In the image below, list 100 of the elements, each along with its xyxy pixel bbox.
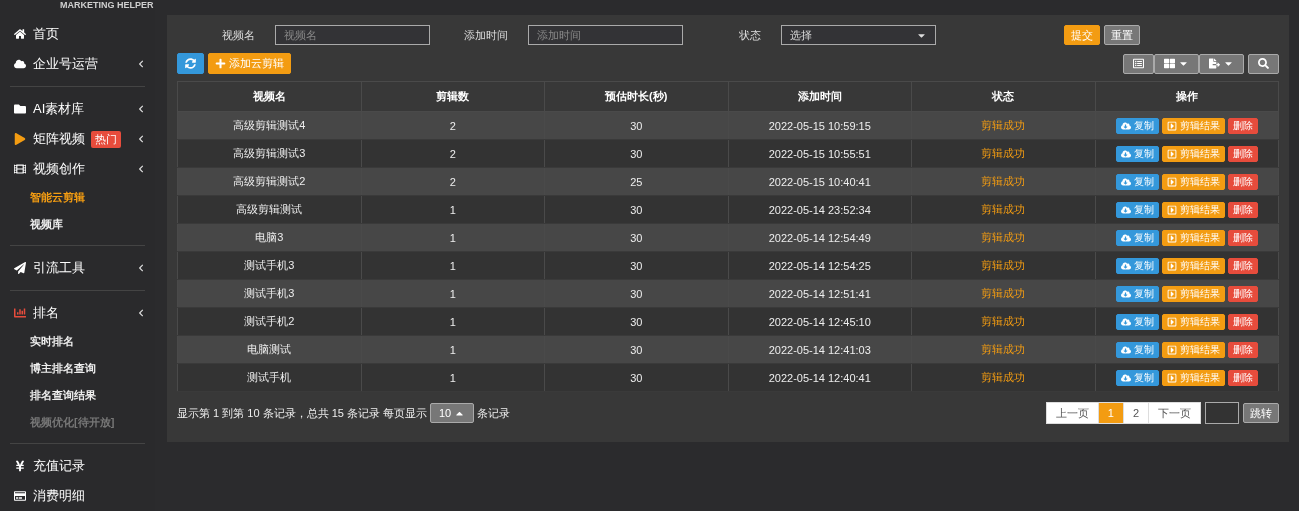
action-button[interactable]: 剪辑结果 — [1161, 173, 1225, 190]
action-button[interactable]: 删除 — [1227, 145, 1258, 162]
action-button[interactable]: 删除 — [1227, 369, 1258, 386]
action-button[interactable]: 剪辑结果 — [1161, 201, 1225, 218]
list-icon — [1133, 58, 1144, 69]
sidebar-item[interactable]: 矩阵视频 热门 — [10, 124, 145, 154]
reset-button[interactable]: 重置 — [1104, 25, 1140, 45]
column-header: 剪辑数 — [361, 81, 545, 112]
action-button[interactable]: 剪辑结果 — [1161, 369, 1225, 386]
submit-button[interactable]: 提交 — [1064, 25, 1100, 45]
action-button[interactable]: 删除 — [1227, 117, 1258, 134]
action-button[interactable]: 剪辑结果 — [1161, 285, 1225, 302]
action-button[interactable]: 剪辑结果 — [1161, 341, 1225, 358]
sidebar-subitem[interactable]: 排名查询结果 — [10, 382, 145, 409]
action-button[interactable]: 复制 — [1115, 201, 1159, 218]
sidebar-subitem[interactable]: 智能云剪辑 — [10, 184, 145, 211]
table-cell: 1 — [361, 307, 545, 336]
table-cell: 2022-05-15 10:59:15 — [728, 111, 912, 140]
play-icon — [13, 133, 27, 145]
action-button[interactable]: 剪辑结果 — [1161, 117, 1225, 134]
page-input[interactable] — [1205, 402, 1239, 424]
page-link[interactable]: 下一页 — [1148, 402, 1201, 424]
paper-plane-icon — [13, 262, 27, 274]
action-button[interactable]: 删除 — [1227, 229, 1258, 246]
action-button[interactable]: 复制 — [1115, 229, 1159, 246]
status-cell: 剪辑成功 — [911, 251, 1095, 280]
sidebar-item[interactable]: 充值记录 — [10, 451, 145, 481]
action-button[interactable]: 剪辑结果 — [1161, 145, 1225, 162]
page-link[interactable]: 上一页 — [1045, 402, 1099, 424]
cloud-icon — [1120, 204, 1131, 215]
table-cell: 2 — [361, 167, 545, 196]
action-button[interactable]: 删除 — [1227, 201, 1258, 218]
table-cell: 高级剪辑测试3 — [177, 139, 361, 168]
home-icon — [13, 28, 27, 40]
sidebar-item[interactable]: 首页 — [10, 19, 145, 49]
columns-button[interactable] — [1154, 53, 1199, 74]
action-button[interactable]: 复制 — [1115, 313, 1159, 330]
filter-input[interactable]: 视频名 — [275, 25, 430, 45]
sidebar-item[interactable]: 企业号运营 — [10, 49, 145, 79]
sidebar-item[interactable]: 消费明细 — [10, 481, 145, 511]
table-cell: 30 — [544, 307, 728, 336]
status-cell: 剪辑成功 — [911, 167, 1095, 196]
sidebar-subitem[interactable]: 实时排名 — [10, 328, 145, 355]
action-button[interactable]: 删除 — [1227, 313, 1258, 330]
sidebar-subitem[interactable]: 视频库 — [10, 211, 145, 238]
search-icon — [1258, 58, 1269, 69]
table-cell: 30 — [544, 363, 728, 392]
jump-button[interactable]: 跳转 — [1243, 403, 1279, 423]
card-icon — [13, 490, 27, 502]
chevron-icon — [137, 309, 145, 317]
table-cell: 电脑测试 — [177, 335, 361, 364]
table-cell: 2022-05-15 10:55:51 — [728, 139, 912, 168]
column-header: 预估时长(秒) — [544, 81, 728, 112]
table-cell: 1 — [361, 223, 545, 252]
table-cell: 2022-05-14 23:52:34 — [728, 195, 912, 224]
action-button[interactable]: 删除 — [1227, 173, 1258, 190]
action-button[interactable]: 复制 — [1115, 369, 1159, 386]
cloud-icon — [13, 58, 27, 70]
search-button[interactable] — [1248, 53, 1279, 74]
status-cell: 剪辑成功 — [911, 335, 1095, 364]
status-cell: 剪辑成功 — [911, 307, 1095, 336]
card-view-button[interactable] — [1123, 53, 1154, 74]
page-link[interactable]: 1 — [1097, 402, 1124, 424]
cloud-icon — [1120, 148, 1131, 159]
sidebar-item[interactable]: AI素材库 — [10, 94, 145, 124]
action-button[interactable]: 复制 — [1115, 285, 1159, 302]
table-cell: 1 — [361, 279, 545, 308]
table-cell: 30 — [544, 335, 728, 364]
filter-input[interactable]: 添加时间 — [528, 25, 683, 45]
status-cell: 剪辑成功 — [911, 223, 1095, 252]
table-cell: 30 — [544, 111, 728, 140]
action-button[interactable]: 剪辑结果 — [1161, 229, 1225, 246]
column-header: 状态 — [911, 81, 1095, 112]
action-button[interactable]: 删除 — [1227, 257, 1258, 274]
export-icon — [1209, 58, 1220, 69]
add-button[interactable]: 添加云剪辑 — [208, 53, 291, 74]
action-button[interactable]: 复制 — [1115, 257, 1159, 274]
folder-icon — [13, 103, 27, 115]
sidebar-item[interactable]: 视频创作 — [10, 154, 145, 184]
sidebar-item[interactable]: 引流工具 — [10, 253, 145, 283]
table-cell: 30 — [544, 139, 728, 168]
page-size-dropdown[interactable]: 10 — [430, 403, 475, 423]
filter-label: 添加时间 — [463, 27, 509, 43]
action-button[interactable]: 复制 — [1115, 145, 1159, 162]
table-cell: 电脑3 — [177, 223, 361, 252]
refresh-icon — [185, 58, 196, 69]
action-button[interactable]: 剪辑结果 — [1161, 257, 1225, 274]
action-button[interactable]: 复制 — [1115, 173, 1159, 190]
refresh-button[interactable] — [177, 53, 204, 74]
action-button[interactable]: 剪辑结果 — [1161, 313, 1225, 330]
sidebar-item[interactable]: 排名 — [10, 298, 145, 328]
sidebar-subitem[interactable]: 博主排名查询 — [10, 355, 145, 382]
action-button[interactable]: 复制 — [1115, 341, 1159, 358]
table-cell: 2022-05-14 12:54:49 — [728, 223, 912, 252]
action-button[interactable]: 删除 — [1227, 285, 1258, 302]
action-button[interactable]: 删除 — [1227, 341, 1258, 358]
action-button[interactable]: 复制 — [1115, 117, 1159, 134]
cloud-icon — [1120, 288, 1131, 299]
export-button[interactable] — [1199, 53, 1244, 74]
status-select[interactable]: 选择 — [781, 25, 936, 45]
